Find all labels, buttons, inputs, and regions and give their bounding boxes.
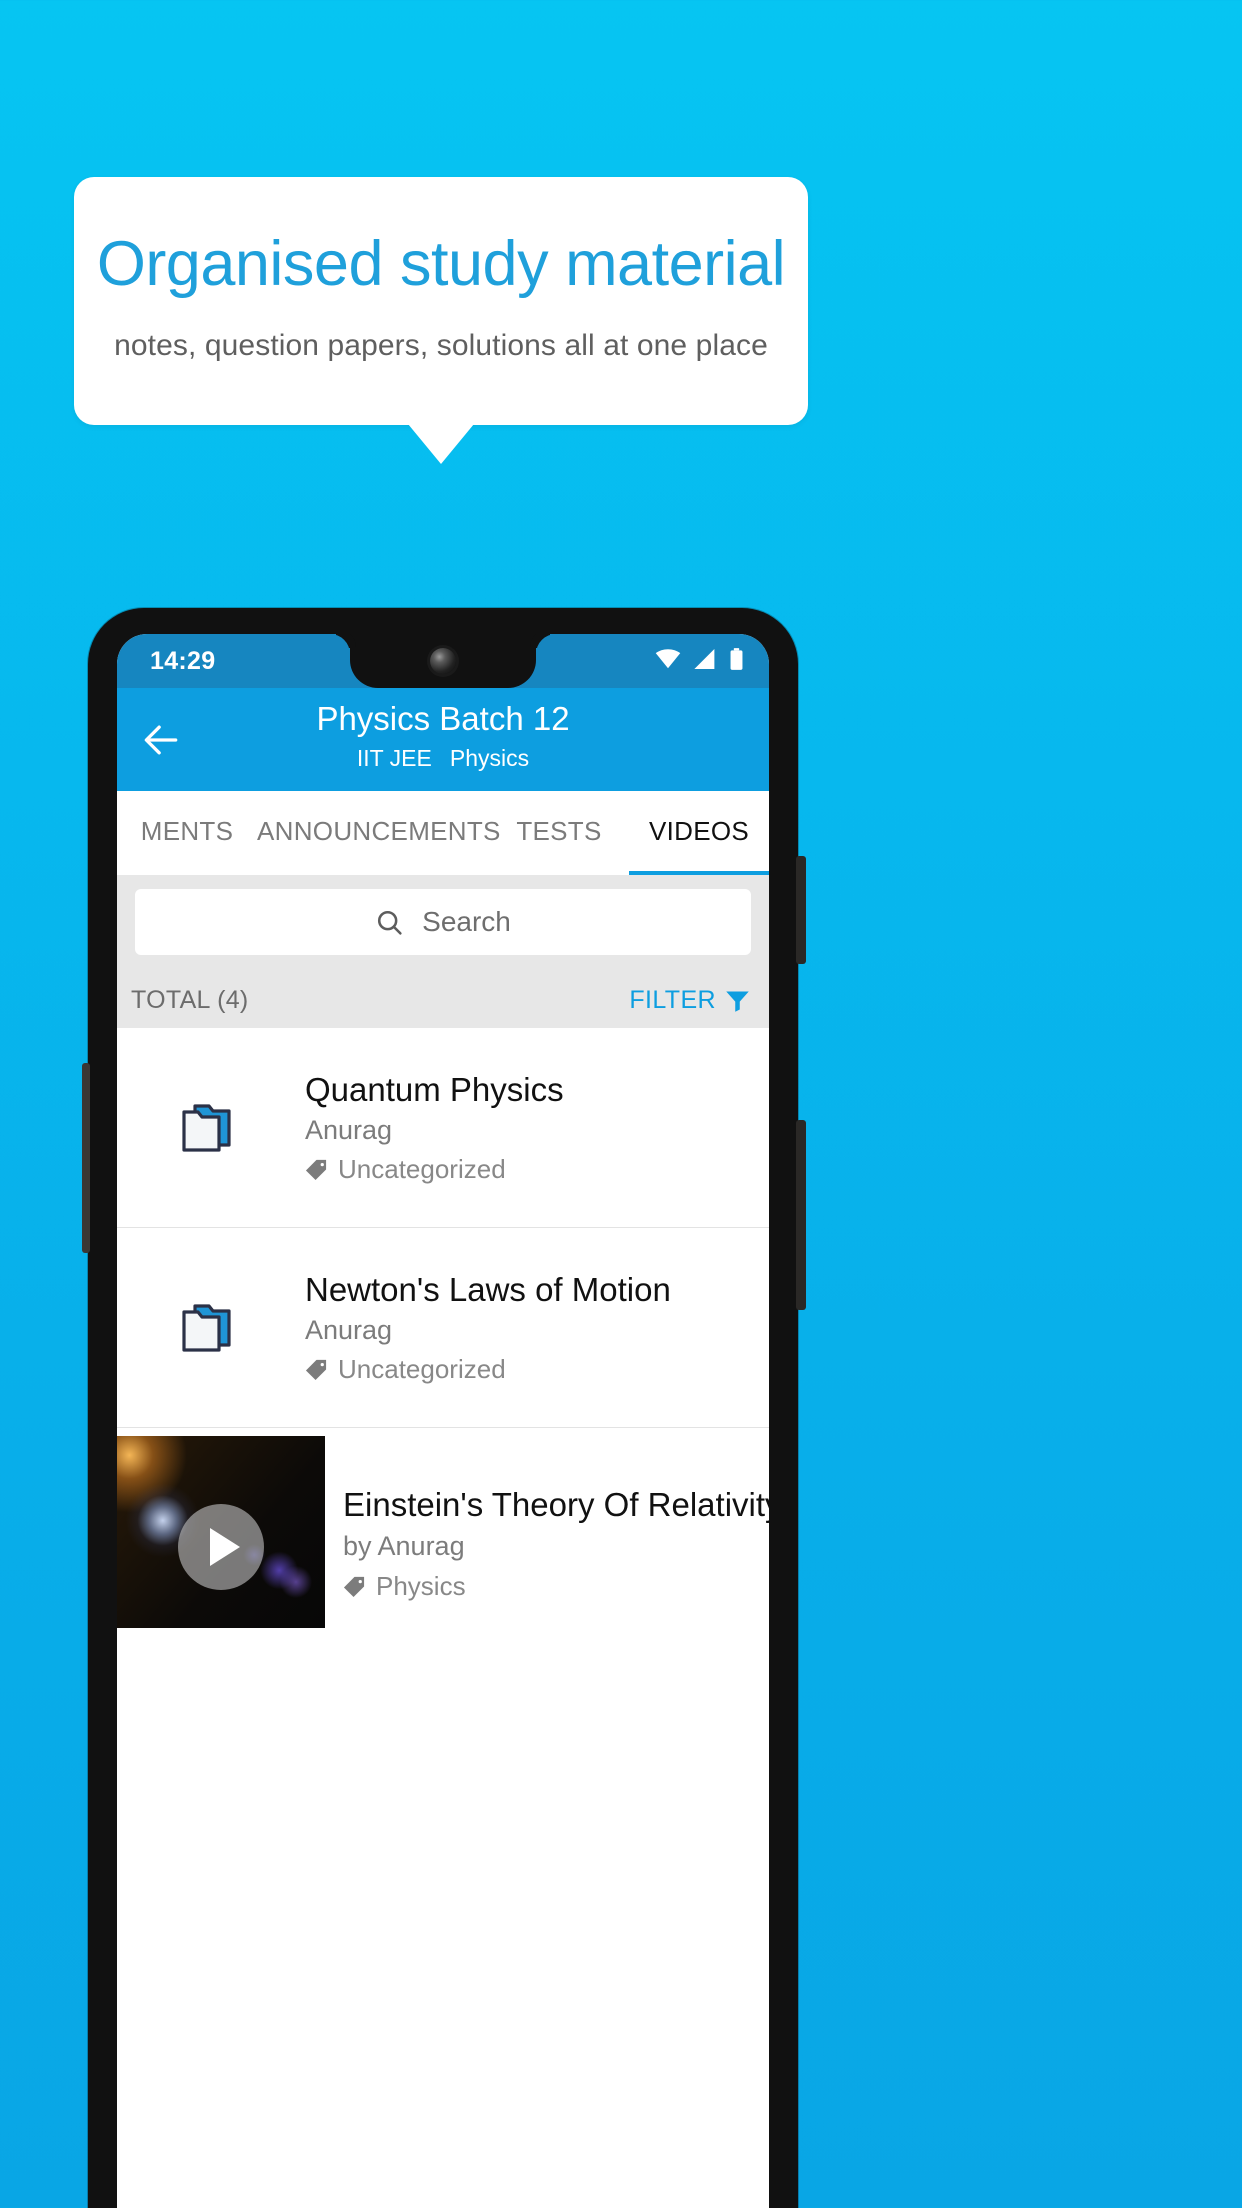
list-summary-bar: TOTAL (4) FILTER [117,972,769,1028]
promo-card-tail [408,424,474,464]
batch-meta: IIT JEE Physics [117,745,769,772]
list-item-title: Newton's Laws of Motion [305,1270,671,1308]
list-item-text: Einstein's Theory Of Relativity by Anura… [325,1428,769,1628]
folder-icon [117,1099,305,1157]
search-input[interactable]: Search [135,889,751,955]
filter-label: FILTER [629,985,716,1014]
list-item-text: Quantum Physics Anurag Uncategorized [305,1070,769,1186]
status-icon-group [655,648,743,670]
app-bar: Physics Batch 12 IIT JEE Physics [117,688,769,791]
filter-button[interactable]: FILTER [629,986,751,1015]
phone-mockup: 14:29 Physics Batch 12 IIT JEE Physics M… [82,608,806,2208]
list-item-text: Newton's Laws of Motion Anurag Uncategor… [305,1270,769,1386]
search-icon [375,908,404,937]
folder-icon [117,1299,305,1357]
content-list[interactable]: Quantum Physics Anurag Uncategorized New… [117,1028,769,2208]
list-item-tagline: Physics [343,1571,769,1602]
promo-subtitle: notes, question papers, solutions all at… [114,329,768,362]
phone-power-button [796,856,806,964]
phone-notch [350,634,536,688]
page-title: Physics Batch 12 [316,700,570,737]
batch-exam: IIT JEE [356,745,432,771]
list-item-tag: Uncategorized [338,1154,506,1185]
cellular-signal-icon [694,649,717,669]
tab-announcements[interactable]: ANNOUNCEMENTS [257,791,500,875]
promo-card: Organised study material notes, question… [74,177,808,425]
play-icon[interactable] [178,1504,264,1591]
total-count-label: TOTAL (4) [131,985,249,1014]
phone-secondary-button [796,1120,806,1310]
video-thumbnail[interactable] [117,1436,325,1628]
list-item[interactable]: Quantum Physics Anurag Uncategorized [117,1028,769,1228]
tag-icon [343,1575,366,1598]
search-zone: Search [117,875,769,972]
filter-funnel-icon [724,987,751,1014]
wifi-icon [655,649,681,669]
battery-icon [730,648,743,670]
list-item-tag: Physics [376,1571,466,1601]
tag-icon [305,1158,328,1181]
list-item[interactable]: Newton's Laws of Motion Anurag Uncategor… [117,1228,769,1428]
list-item-author: Anurag [305,1315,393,1346]
list-item-author: by Anurag [343,1531,465,1561]
tab-tests[interactable]: TESTS [489,791,629,875]
status-time: 14:29 [150,647,216,675]
list-item-tagline: Uncategorized [305,1154,755,1185]
phone-volume-button [82,1063,90,1253]
list-item-title: Einstein's Theory Of Relativity [343,1486,769,1523]
search-placeholder: Search [422,906,511,937]
list-item-tagline: Uncategorized [305,1354,755,1385]
phone-screen: 14:29 Physics Batch 12 IIT JEE Physics M… [117,634,769,2208]
tab-ments[interactable]: MENTS [117,791,257,875]
list-item-tag: Uncategorized [338,1354,506,1385]
list-item-author: Anurag [305,1115,393,1146]
front-camera [430,648,456,674]
tab-bar[interactable]: MENTS ANNOUNCEMENTS TESTS VIDEOS [117,791,769,875]
batch-subject: Physics [449,745,530,771]
list-item[interactable]: Einstein's Theory Of Relativity by Anura… [117,1428,769,1628]
list-item-title: Quantum Physics [305,1070,564,1108]
tag-icon [305,1358,328,1381]
promo-title: Organised study material [96,229,786,299]
tab-videos[interactable]: VIDEOS [629,791,769,875]
